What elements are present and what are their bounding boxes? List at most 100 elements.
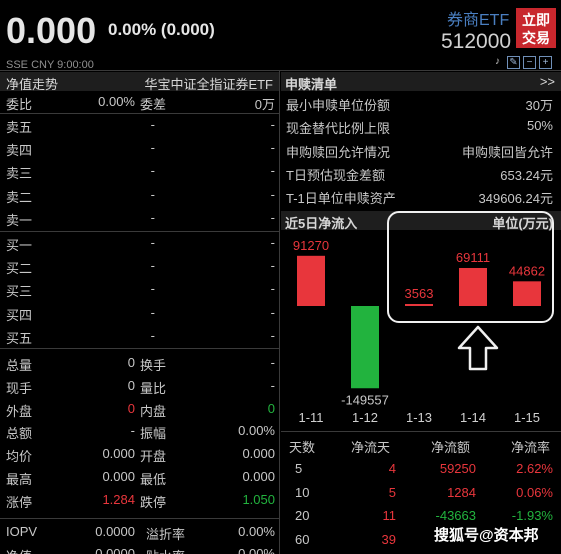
stat-value: - (130, 423, 135, 439)
trade-now-button[interactable]: 立即 交易 (516, 8, 556, 48)
stat-value: 1.284 (102, 491, 135, 507)
stats-row: 总量 0 换手 - (0, 352, 279, 374)
divider (281, 431, 561, 432)
flow-cell-days: 5 (295, 461, 303, 476)
flow-cell-net-days: 5 (388, 484, 396, 500)
info-value: 申购赎回皆允许 (461, 144, 553, 160)
stat-label: 换手 (140, 358, 167, 373)
stats-row: 现手 0 量比 - (0, 375, 279, 397)
divider (0, 518, 279, 519)
price-change: 0.00% (0.000) (108, 20, 215, 39)
flow-category-label: 1-12 (352, 410, 378, 425)
flow-cell-net-days: 4 (388, 461, 396, 476)
info-key: 最小申赎单位份额 (286, 98, 391, 113)
stat-label: 跌停 (140, 494, 167, 510)
stats-row: 最高 0.000 最低 0.000 (0, 466, 279, 488)
etf-name[interactable]: 券商ETF (447, 6, 509, 30)
creation-info-row: 现金替代比例上限 50% (281, 115, 561, 137)
level-price: - (150, 258, 155, 274)
stats-row: 涨停 1.284 跌停 1.050 (0, 489, 279, 511)
sell-level-row: 卖三 - - (0, 160, 279, 182)
flow-bar (351, 306, 379, 389)
level-price: - (150, 186, 155, 202)
level-price: - (150, 140, 155, 156)
flow-category-label: 1-13 (406, 410, 432, 425)
flow-cell-net-days: 11 (382, 508, 397, 523)
stat-label: 溢折率 (146, 527, 186, 542)
level-label: 买四 (6, 307, 33, 323)
flow-bar-label: -149557 (341, 392, 389, 407)
highlight-callout (387, 211, 554, 323)
level-volume: - (270, 281, 275, 297)
creation-info-row: T日预估现金差额 653.24元 (281, 162, 561, 184)
level-volume: - (270, 186, 275, 202)
flow-table-row: 10 5 1284 0.06% (281, 482, 561, 504)
plus-icon[interactable]: + (539, 56, 552, 69)
creation-info-row: 最小申赎单位份额 30万 (281, 92, 561, 114)
flow-category-label: 1-14 (460, 410, 486, 425)
level-volume: - (270, 258, 275, 274)
flow-cell-net-days: 39 (381, 531, 396, 547)
stat-value: 0 (127, 355, 135, 370)
trade-button-line2: 交易 (522, 30, 550, 46)
quote-header: 0.000 0.00% (0.000) 券商ETF 512000 立即 交易 S… (0, 0, 561, 71)
buy-level-row: 买二 - - (0, 255, 279, 277)
stat-label: 开盘 (140, 449, 167, 465)
info-key: 申购赎回允许情况 (286, 144, 391, 160)
flow-bar (297, 255, 325, 306)
level-label: 买三 (6, 284, 33, 300)
level-price: - (150, 281, 155, 297)
stats-row: 均价 0.000 开盘 0.000 (0, 443, 279, 465)
level-price: - (150, 163, 155, 179)
sound-icon[interactable]: ♪ (491, 56, 504, 69)
flow-header-cell: 净流天 (351, 440, 391, 455)
flow-table-header: 天数 净流天 净流额 净流率 (281, 434, 561, 456)
up-arrow-icon (457, 325, 499, 371)
info-key: 现金替代比例上限 (286, 121, 391, 137)
stat-label: 内盘 (140, 403, 167, 419)
level-label: 卖三 (6, 166, 33, 182)
flow-cell-net-rate: 2.62% (516, 461, 553, 476)
stat-label: 均价 (6, 449, 33, 465)
sell-level-row: 卖四 - - (0, 137, 279, 159)
stat-label: 量比 (140, 380, 167, 396)
stat-value: 0 (267, 400, 275, 416)
creation-redemption-tab[interactable]: 申赎清单 (285, 74, 337, 93)
level-label: 卖二 (6, 189, 33, 205)
stat-label: IOPV (6, 524, 38, 539)
flow-cell-net-amount: 1284 (447, 484, 476, 500)
stat-value: 0.0000 (95, 524, 135, 539)
weicha-value: 0万 (254, 97, 275, 112)
stat-label: 总额 (6, 426, 33, 442)
stat-value: 0.00% (238, 524, 275, 539)
stat-value: 0.0000 (95, 546, 135, 554)
level-volume: - (270, 209, 275, 225)
level-label: 卖一 (6, 212, 33, 228)
minus-icon[interactable]: − (523, 56, 536, 69)
info-value: 653.24元 (500, 167, 553, 183)
sell-level-row: 卖一 - - (0, 207, 279, 229)
flow-cell-days: 10 (295, 484, 310, 500)
more-link[interactable]: >> (540, 74, 555, 89)
last-price: 0.000 (6, 10, 97, 51)
creation-info-row: 申购赎回允许情况 申购赎回皆允许 (281, 139, 561, 161)
iopv-row: IOPV 0.0000 溢折率 0.00% (0, 521, 279, 543)
stat-value: 0.000 (242, 446, 275, 462)
sell-level-row: 卖二 - - (0, 184, 279, 206)
stat-label: 最低 (140, 472, 167, 487)
flow-bar-label: 91270 (293, 238, 329, 253)
flow-category-label: 1-11 (298, 410, 323, 425)
watermark: 搜狐号@资本邦 (434, 527, 539, 544)
buy-level-row: 买五 - - (0, 325, 279, 347)
info-value: 349606.24元 (478, 191, 553, 207)
flow-cell-net-amount: -43663 (435, 508, 476, 523)
creation-info-row: T-1日单位申赎资产 349606.24元 (281, 185, 561, 207)
sell-level-row: 卖五 - - (0, 114, 279, 136)
level-price: - (150, 304, 155, 320)
stat-value: 0.000 (102, 446, 135, 462)
right-panel-title-bar: 申赎清单 >> (281, 72, 561, 93)
level-price: - (150, 235, 155, 250)
edit-icon[interactable]: ✎ (507, 56, 520, 69)
header-divider (0, 70, 561, 71)
stat-value: 0.00% (238, 423, 275, 439)
